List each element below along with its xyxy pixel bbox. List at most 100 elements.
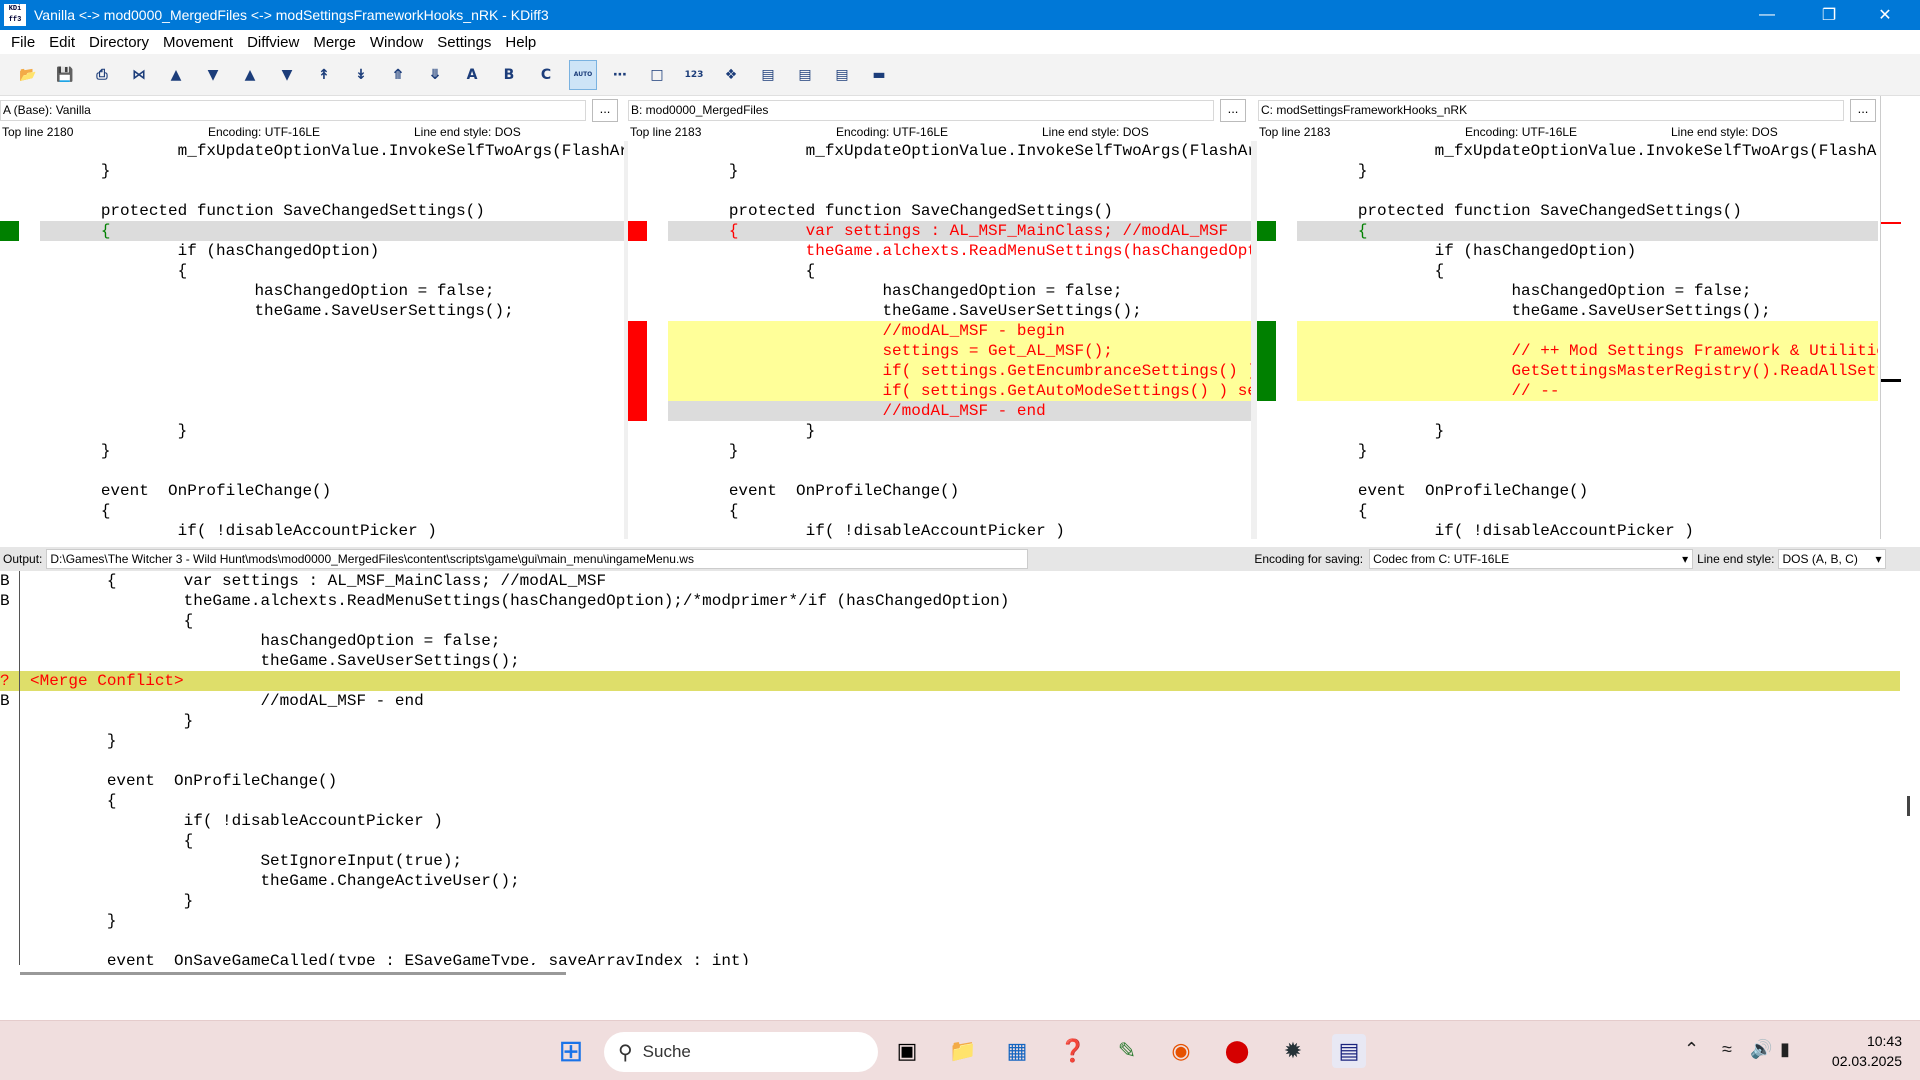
merge-output-text[interactable]: B { var settings : AL_MSF_MainClass; //m… (0, 571, 1900, 965)
line-numbers-icon[interactable]: 123 (680, 60, 708, 90)
pane-a-browse-button[interactable]: ... (592, 99, 618, 122)
pane-a-text[interactable]: m_fxUpdateOptionValue.InvokeSelfTwoArgs(… (0, 141, 624, 539)
menu-edit[interactable]: Edit (42, 34, 82, 51)
next-conflict-icon[interactable]: ↡ (347, 60, 375, 90)
tray-chevron-icon[interactable]: ⌃ (1684, 1039, 1699, 1060)
encoding-saving-select[interactable]: Codec from C: UTF-16LE (1369, 549, 1694, 569)
word-wrap-icon[interactable]: ❖ (717, 60, 745, 90)
file-explorer-icon[interactable]: 📁 (946, 1034, 980, 1068)
pane-c-encoding: Encoding: UTF-16LE (1465, 125, 1578, 139)
split-icon[interactable]: ▬ (865, 60, 893, 90)
windows-start-icon[interactable]: ⊞ (554, 1034, 588, 1068)
code-line: { (1281, 222, 1368, 240)
record-icon[interactable]: ⬤ (1220, 1034, 1254, 1068)
taskbar: ⊞ ⚲ Suche ▣ 📁 ▦ ❓ ✎ ◉ ⬤ ✹ ▤ ⌃ ≈ 🔊 ▮ 10:4… (0, 1020, 1920, 1080)
store-icon[interactable]: ▦ (1000, 1034, 1034, 1068)
merge-conflict-line: ? <Merge Conflict> (0, 671, 1900, 691)
battery-icon[interactable]: ▮ (1780, 1039, 1790, 1060)
menu-file[interactable]: File (4, 34, 42, 51)
next-delta-icon[interactable]: ▼ (273, 60, 301, 90)
merge-line-text: } (30, 712, 194, 730)
line-end-style-select[interactable]: DOS (A, B, C) (1778, 549, 1887, 569)
code-line: theGame.SaveUserSettings(); (24, 302, 514, 320)
volume-icon[interactable]: 🔊 (1750, 1039, 1772, 1060)
clock-date: 02.03.2025 (1831, 1053, 1902, 1069)
save-icon[interactable]: 💾 (51, 60, 79, 90)
image-editor-icon[interactable]: ✎ (1110, 1034, 1144, 1068)
code-line: m_fxUpdateOptionValue.InvokeSelfTwoArgs(… (805, 142, 1251, 160)
pane-b-browse-button[interactable]: ... (1220, 99, 1246, 122)
merge-scroll-mark[interactable] (1907, 796, 1910, 816)
merge-horizontal-scrollbar[interactable] (20, 972, 566, 975)
close-icon[interactable]: ✕ (1862, 0, 1908, 30)
prev-conflict-icon[interactable]: ↟ (310, 60, 338, 90)
wifi-icon[interactable]: ≈ (1722, 1039, 1732, 1060)
go-top-icon[interactable]: ▲ (162, 60, 190, 90)
clock[interactable]: 10:43 02.03.2025 (1810, 1031, 1902, 1071)
kdiff3-taskbar-icon[interactable]: ▤ (1332, 1034, 1366, 1068)
pane-c-header: C: modSettingsFrameworkHooks_nRK ... (1258, 99, 1876, 122)
menu-window[interactable]: Window (363, 34, 430, 51)
pane-c-info: Top line 2183 Encoding: UTF-16LE Line en… (1259, 124, 1879, 140)
merge-line: { (0, 791, 1900, 811)
pane-c-filename[interactable]: C: modSettingsFrameworkHooks_nRK (1258, 100, 1844, 121)
menu-diffview[interactable]: Diffview (240, 34, 306, 51)
code-line: event OnProfileChange() (652, 482, 960, 500)
firefox-icon[interactable]: ◉ (1164, 1034, 1198, 1068)
witcher-icon[interactable]: ✹ (1276, 1034, 1310, 1068)
merge-line: } (0, 891, 1900, 911)
menu-settings[interactable]: Settings (430, 34, 498, 51)
pane-a-filename[interactable]: A (Base): Vanilla (0, 100, 586, 121)
merge-line: theGame.ChangeActiveUser(); (0, 871, 1900, 891)
merge-line-text: event OnSaveGameCalled(type : ESaveGameT… (30, 952, 751, 965)
menu-merge[interactable]: Merge (306, 34, 363, 51)
pane-b-top-line: Top line 2183 (630, 125, 702, 139)
pane-c-text[interactable]: m_fxUpdateOptionValue.InvokeSelfTwoArgs(… (1257, 141, 1878, 539)
merge-line-text: { (30, 832, 194, 850)
code-line: { var settings : AL_MSF_MainClass; //mod… (652, 222, 1229, 240)
code-line: event OnProfileChange() (24, 482, 332, 500)
code-line: { (1281, 262, 1445, 280)
go-bottom-icon[interactable]: ▼ (199, 60, 227, 90)
prev-delta-icon[interactable]: ▲ (236, 60, 264, 90)
pane-b-filename[interactable]: B: mod0000_MergedFiles (628, 100, 1214, 121)
output-path-field[interactable]: D:\Games\The Witcher 3 - Wild Hunt\mods\… (46, 549, 1029, 569)
select-b-icon[interactable]: B (495, 60, 523, 90)
open-folder-icon[interactable]: 📂 (14, 60, 42, 90)
auto-advance-label: AUTO (573, 71, 593, 78)
merge-source-marker: B (0, 692, 10, 710)
menu-help[interactable]: Help (498, 34, 543, 51)
show-whitespace-icon[interactable]: ⋯ (606, 60, 634, 90)
clock-time: 10:43 (1866, 1033, 1902, 1049)
prev-unsolved-icon[interactable]: ⤊ (384, 60, 412, 90)
restore-icon[interactable]: ❐ (1806, 0, 1852, 30)
output-bar: Output: D:\Games\The Witcher 3 - Wild Hu… (0, 547, 1920, 571)
pane-b-encoding: Encoding: UTF-16LE (836, 125, 949, 139)
merge-line-text: hasChangedOption = false; (30, 632, 501, 650)
layout-b-icon[interactable]: ▤ (791, 60, 819, 90)
pane-a-header: A (Base): Vanilla ... (0, 99, 618, 122)
merge-line-text: if( !disableAccountPicker ) (30, 812, 443, 830)
title-bar: KDi ff3 Vanilla <-> mod0000_MergedFiles <… (0, 0, 1920, 30)
select-a-icon[interactable]: A (458, 60, 486, 90)
layout-c-icon[interactable]: ▤ (828, 60, 856, 90)
minimize-icon[interactable]: — (1744, 0, 1790, 30)
auto-advance-icon[interactable]: AUTO (569, 59, 597, 90)
show-white-chars-icon[interactable]: □ (643, 60, 671, 90)
pane-c-browse-button[interactable]: ... (1850, 99, 1876, 122)
taskbar-search-box[interactable]: ⚲ Suche (604, 1032, 878, 1072)
diff-overview-bar[interactable] (1880, 96, 1901, 539)
task-view-icon[interactable]: ▣ (890, 1034, 924, 1068)
next-unsolved-icon[interactable]: ⤋ (421, 60, 449, 90)
layout-a-icon[interactable]: ▤ (754, 60, 782, 90)
menu-movement[interactable]: Movement (156, 34, 240, 51)
code-line: } (652, 442, 739, 460)
print-icon[interactable]: ⎙ (88, 60, 116, 90)
help-icon[interactable]: ❓ (1056, 1034, 1090, 1068)
pane-b-text[interactable]: m_fxUpdateOptionValue.InvokeSelfTwoArgs(… (628, 141, 1251, 539)
select-c-icon[interactable]: C (532, 60, 560, 90)
merge-line-text: <Merge Conflict> (30, 672, 184, 690)
go-current-delta-icon[interactable]: ⋈ (125, 60, 153, 90)
menu-directory[interactable]: Directory (82, 34, 156, 51)
